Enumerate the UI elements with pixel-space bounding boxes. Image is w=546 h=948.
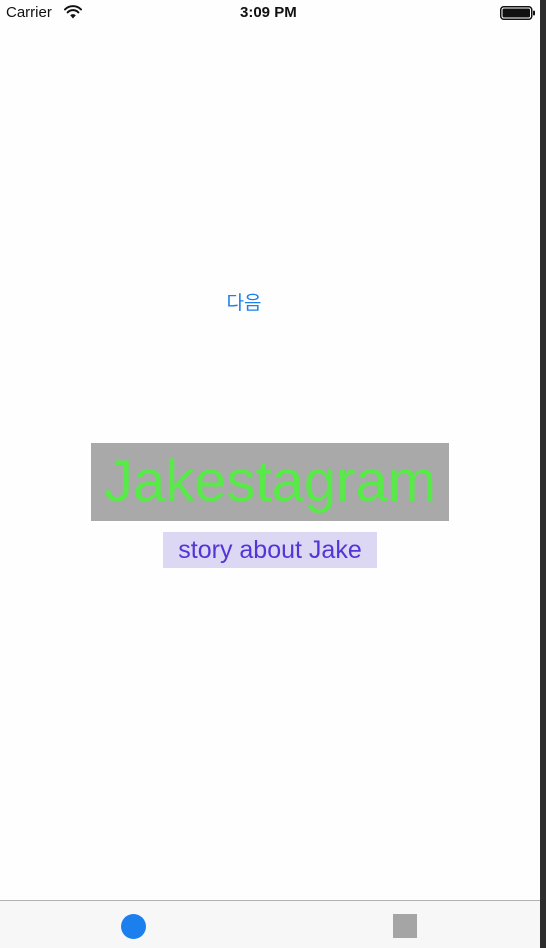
tab-second[interactable] bbox=[270, 901, 540, 948]
next-button[interactable]: 다음 bbox=[200, 286, 288, 316]
wifi-icon bbox=[64, 5, 82, 19]
circle-icon bbox=[121, 914, 146, 939]
status-bar: Carrier 3:09 PM bbox=[0, 0, 540, 28]
status-time: 3:09 PM bbox=[240, 4, 297, 21]
tab-bar bbox=[0, 900, 540, 948]
app-title: Jakestagram bbox=[103, 449, 437, 514]
square-icon bbox=[393, 914, 417, 938]
tab-first[interactable] bbox=[0, 901, 270, 948]
battery-icon bbox=[500, 6, 535, 20]
app-subtitle: story about Jake bbox=[178, 536, 362, 564]
app-subtitle-banner: story about Jake bbox=[163, 532, 377, 568]
app-title-banner: Jakestagram bbox=[91, 443, 449, 521]
carrier-label: Carrier bbox=[6, 4, 52, 21]
app-screen: Carrier 3:09 PM 다음 Jakestagram story abo… bbox=[0, 0, 540, 948]
window-edge bbox=[540, 0, 546, 948]
